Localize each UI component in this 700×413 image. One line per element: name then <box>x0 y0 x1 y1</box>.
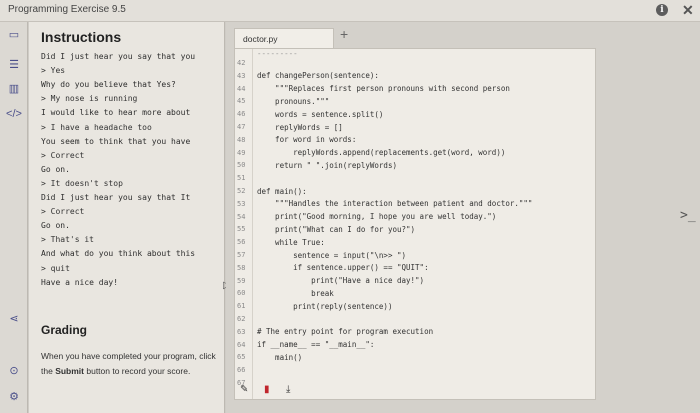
line-number: 53 <box>237 199 246 208</box>
transcript-line: You seem to think that you have <box>41 136 191 146</box>
editor-area: doctor.py + --------- 42 43 def changePerso… <box>226 22 700 413</box>
transcript-line: Go on. <box>41 221 70 231</box>
line-number: 48 <box>237 135 246 144</box>
code-line: # The entry point for program execution <box>257 327 434 337</box>
history-icon[interactable]: ⊙ <box>0 364 28 377</box>
line-number: 58 <box>237 263 246 272</box>
code-icon[interactable]: </> <box>0 108 28 120</box>
transcript-line: Go on. <box>41 164 70 174</box>
transcript-line: Why do you believe that Yes? <box>41 80 176 90</box>
code-line: break <box>257 288 334 298</box>
close-icon[interactable]: ✕ <box>682 2 694 19</box>
code-line: def changePerson(sentence): <box>257 71 379 81</box>
transcript-line: Have a nice day! <box>41 277 119 287</box>
line-number: 59 <box>237 276 246 285</box>
code-line: replyWords = [] <box>257 122 343 132</box>
code-editor[interactable]: --------- 42 43 def changePerson(sentence):… <box>234 48 596 400</box>
code-line: for word in words: <box>257 135 357 145</box>
code-line: print("Have a nice day!") <box>257 276 425 286</box>
chart-icon[interactable]: ▥ <box>0 82 28 95</box>
submit-word: Submit <box>55 366 84 376</box>
transcript-line: And what do you think about this <box>41 249 196 259</box>
info-icon[interactable]: i <box>656 4 668 16</box>
line-number: 51 <box>237 174 246 183</box>
expand-arrow-icon[interactable]: >_ <box>680 208 696 223</box>
line-number: 42 <box>237 59 246 67</box>
code-line: sentence = input("\n>> ") <box>257 250 407 260</box>
code-line: words = sentence.split() <box>257 109 384 119</box>
book-icon[interactable]: ▭ <box>0 28 28 41</box>
line-number: 44 <box>237 84 246 93</box>
line-number: 65 <box>237 353 246 362</box>
transcript-line: > It doesn't stop <box>41 178 123 188</box>
transcript-line: > That's it <box>41 235 94 245</box>
line-number: 50 <box>237 161 246 170</box>
code-line: """Handles the interaction between patie… <box>257 199 533 209</box>
line-number: 46 <box>237 110 246 119</box>
code-line: if sentence.upper() == "QUIT": <box>257 263 429 273</box>
share-icon[interactable]: ⋖ <box>0 312 28 325</box>
code-line: print("What can I do for you?") <box>257 224 416 234</box>
grading-text-after: button to record your score. <box>84 366 191 376</box>
code-line: print("Good morning, I hope you are well… <box>257 212 497 222</box>
add-tab-icon[interactable]: + <box>340 26 348 42</box>
transcript-line: > Yes <box>41 66 66 76</box>
instructions-panel: Instructions Did I just hear you say tha… <box>29 22 231 413</box>
code-line: if __name__ == "__main__": <box>257 340 375 350</box>
code-line: main() <box>257 352 303 362</box>
line-number: 56 <box>237 238 246 247</box>
code-line: print(reply(sentence)) <box>257 301 393 311</box>
line-number: 62 <box>237 315 246 323</box>
line-number: 64 <box>237 340 246 349</box>
line-number: 55 <box>237 225 246 234</box>
line-number: 60 <box>237 289 246 298</box>
editor-toolbar: ✎ ▮ ⤓ <box>234 382 596 400</box>
download-icon[interactable]: ⤓ <box>286 384 290 395</box>
title-bar: Programming Exercise 9.5 i ✕ <box>0 0 700 22</box>
transcript-line: Did I just hear you say that It <box>41 193 191 202</box>
grading-text: When you have completed your program, cl… <box>41 349 217 379</box>
code-line: replyWords.append(replacements.get(word,… <box>257 148 506 158</box>
grading-heading: Grading <box>41 323 88 337</box>
transcript-line: > I have a headache too <box>41 122 152 132</box>
transcript-line: Did I just hear you say that you <box>41 52 196 61</box>
transcript-line: > Correct <box>41 207 85 217</box>
line-number: 52 <box>237 187 246 195</box>
list-icon[interactable]: ☰ <box>0 58 28 71</box>
transcript-line: > Correct <box>41 150 85 160</box>
left-rail: ▭ ☰ ▥ </> ⋖ ⊙ ⚙ <box>0 22 28 413</box>
transcript-line: I would like to hear more about <box>41 108 191 118</box>
line-number: 61 <box>237 302 246 311</box>
transcript-line: > quit <box>41 263 70 273</box>
code-line: pronouns.""" <box>257 96 330 106</box>
code-line: return " ".join(replyWords) <box>257 160 397 170</box>
line-number: 66 <box>237 366 246 375</box>
line-number: 63 <box>237 327 246 336</box>
line-number: 54 <box>237 212 246 221</box>
code-line: def main(): <box>257 186 307 196</box>
line-number: 43 <box>237 71 246 80</box>
pencil-icon[interactable]: ✎ <box>240 384 248 395</box>
line-number: 47 <box>237 123 246 131</box>
line-number: 57 <box>237 251 246 259</box>
pin-icon[interactable]: ▮ <box>264 384 270 395</box>
window-title: Programming Exercise 9.5 <box>8 4 126 15</box>
instructions-heading: Instructions <box>41 29 122 45</box>
settings-icon[interactable]: ⚙ <box>0 390 28 403</box>
transcript-line: > My nose is running <box>41 94 138 104</box>
line-number: 45 <box>237 97 246 106</box>
line-number: 49 <box>237 148 246 157</box>
code-line: """Replaces first person pronouns with s… <box>257 84 510 94</box>
code-line-fragment: --------- <box>257 49 298 58</box>
file-tab[interactable]: doctor.py <box>234 28 334 48</box>
code-line: while True: <box>257 237 325 247</box>
